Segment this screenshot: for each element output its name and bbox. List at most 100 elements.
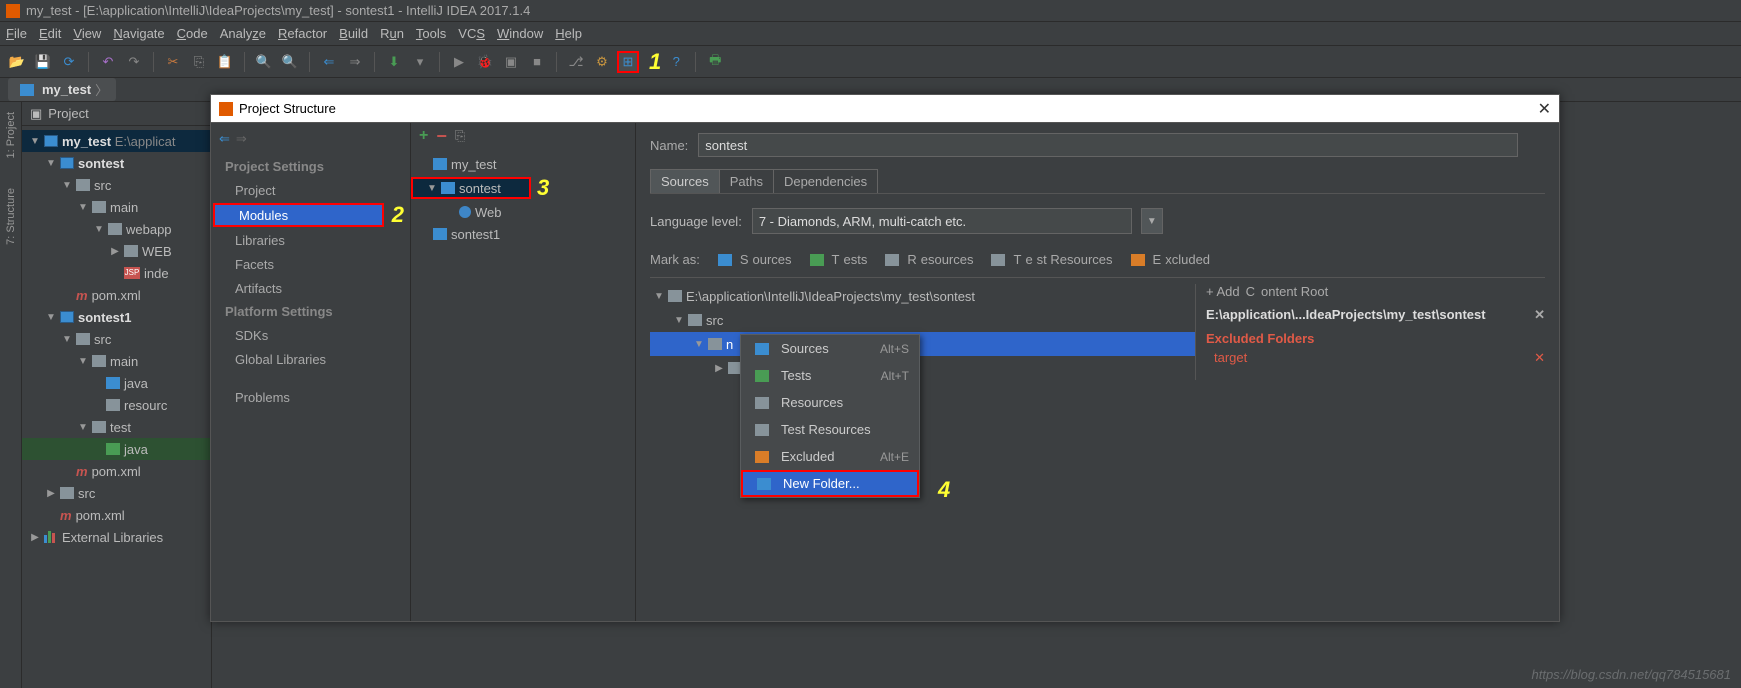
forward-icon[interactable]: ⇒	[236, 131, 247, 147]
mark-test-resources[interactable]: Test Resources	[987, 252, 1112, 267]
copy-icon[interactable]: ⎘	[455, 128, 465, 144]
refresh-icon[interactable]: ⟳	[58, 51, 80, 73]
remove-icon[interactable]: −	[436, 126, 447, 147]
rail-project[interactable]: 1: Project	[5, 112, 17, 158]
sidebar-item-project[interactable]: Project	[211, 178, 410, 202]
sidebar-item-problems[interactable]: Problems	[211, 385, 410, 409]
debug-icon[interactable]: 🐞	[474, 51, 496, 73]
back-icon[interactable]: ⇐	[219, 131, 230, 147]
tree-item[interactable]: ▼sontest1	[22, 306, 211, 328]
remove-excluded-icon[interactable]: ✕	[1534, 350, 1545, 366]
ctx-new-folder[interactable]: New Folder...	[741, 470, 919, 497]
vcs-icon[interactable]: ⎇	[565, 51, 587, 73]
run-icon[interactable]: ▶	[448, 51, 470, 73]
tree-item[interactable]: ▼E:\application\IntelliJ\IdeaProjects\my…	[650, 284, 1195, 308]
help-icon[interactable]: ?	[665, 51, 687, 73]
coverage-icon[interactable]: ▣	[500, 51, 522, 73]
breadcrumb-root[interactable]: my_test 〉	[8, 78, 116, 101]
tree-item[interactable]: mpom.xml	[22, 460, 211, 482]
rail-structure[interactable]: 7: Structure	[5, 188, 17, 245]
close-icon[interactable]: ✕	[1538, 99, 1551, 119]
tree-item[interactable]: ▼test	[22, 416, 211, 438]
menu-edit[interactable]: Edit	[39, 26, 61, 41]
back-icon[interactable]: ⇐	[318, 51, 340, 73]
tab-paths[interactable]: Paths	[719, 169, 774, 193]
tree-item[interactable]: ▶	[650, 356, 1195, 380]
tree-item[interactable]: ▼webapp	[22, 218, 211, 240]
menu-run[interactable]: Run	[380, 26, 404, 41]
menu-code[interactable]: Code	[177, 26, 208, 41]
sidebar-item-facets[interactable]: Facets	[211, 252, 410, 276]
tree-item[interactable]: ▼sontest	[22, 152, 211, 174]
language-level-select[interactable]: 7 - Diamonds, ARM, multi-catch etc.	[752, 208, 1132, 234]
sidebar-item-global-libraries[interactable]: Global Libraries	[211, 347, 410, 371]
tree-item[interactable]: java	[22, 372, 211, 394]
make-icon[interactable]: ⬇	[383, 51, 405, 73]
replace-icon[interactable]: 🔍	[279, 51, 301, 73]
remove-root-icon[interactable]: ✕	[1534, 307, 1545, 323]
copy-icon[interactable]: ⎘	[188, 51, 210, 73]
menu-vcs[interactable]: VCS	[458, 26, 485, 41]
mark-tests[interactable]: Tests	[806, 252, 868, 267]
ctx-excluded[interactable]: ExcludedAlt+E	[741, 443, 919, 470]
tree-item-selected[interactable]: ▼n	[650, 332, 1195, 356]
tree-root[interactable]: ▼my_test E:\applicat	[22, 130, 211, 152]
menu-help[interactable]: Help	[555, 26, 582, 41]
menu-window[interactable]: Window	[497, 26, 543, 41]
module-item[interactable]: my_test	[411, 153, 635, 175]
tree-item[interactable]: ▼src	[650, 308, 1195, 332]
config-dropdown[interactable]: ▾	[409, 51, 431, 73]
tree-item[interactable]: ▼src	[22, 328, 211, 350]
sidebar-item-modules[interactable]: Modules	[213, 203, 384, 227]
mark-excluded[interactable]: Excluded	[1127, 252, 1210, 267]
tree-item[interactable]: ▶WEB	[22, 240, 211, 262]
tree-item[interactable]: JSPinde	[22, 262, 211, 284]
sidebar-item-sdks[interactable]: SDKs	[211, 323, 410, 347]
tree-item[interactable]: ▼main	[22, 196, 211, 218]
project-structure-icon[interactable]: ⊞	[617, 51, 639, 73]
menu-build[interactable]: Build	[339, 26, 368, 41]
menu-navigate[interactable]: Navigate	[113, 26, 164, 41]
find-icon[interactable]: 🔍	[253, 51, 275, 73]
tab-sources[interactable]: Sources	[650, 169, 720, 193]
excluded-folder-item[interactable]: target✕	[1206, 350, 1545, 366]
forward-icon[interactable]: ⇒	[344, 51, 366, 73]
menu-view[interactable]: View	[73, 26, 101, 41]
tree-item[interactable]: java	[22, 438, 211, 460]
chevron-down-icon[interactable]: ▼	[1141, 208, 1163, 234]
project-panel-title[interactable]: Project	[48, 106, 88, 121]
module-item-sontest1[interactable]: sontest1	[411, 223, 635, 245]
open-icon[interactable]: 📂	[6, 51, 28, 73]
add-content-root[interactable]: + Add Content Root	[1206, 284, 1545, 299]
mark-resources[interactable]: Resources	[881, 252, 973, 267]
tree-item[interactable]: ▼src	[22, 174, 211, 196]
menu-analyze[interactable]: Analyze	[220, 26, 266, 41]
menu-tools[interactable]: Tools	[416, 26, 446, 41]
undo-icon[interactable]: ↶	[97, 51, 119, 73]
sidebar-item-libraries[interactable]: Libraries	[211, 228, 410, 252]
tree-item[interactable]: ▶External Libraries	[22, 526, 211, 548]
ctx-tests[interactable]: TestsAlt+T	[741, 362, 919, 389]
module-name-input[interactable]	[698, 133, 1518, 157]
module-item-sontest[interactable]: ▼sontest	[411, 177, 531, 199]
tree-item[interactable]: mpom.xml	[22, 504, 211, 526]
paste-icon[interactable]: 📋	[214, 51, 236, 73]
menu-file[interactable]: File	[6, 26, 27, 41]
tree-item[interactable]: resourc	[22, 394, 211, 416]
mark-sources[interactable]: Sources	[714, 252, 792, 267]
ctx-sources[interactable]: SourcesAlt+S	[741, 335, 919, 362]
ctx-test-resources[interactable]: Test Resources	[741, 416, 919, 443]
print-icon[interactable]: 🖶	[704, 51, 726, 73]
ctx-resources[interactable]: Resources	[741, 389, 919, 416]
tab-dependencies[interactable]: Dependencies	[773, 169, 878, 193]
tree-item[interactable]: ▼main	[22, 350, 211, 372]
stop-icon[interactable]: ■	[526, 51, 548, 73]
cut-icon[interactable]: ✂	[162, 51, 184, 73]
menu-refactor[interactable]: Refactor	[278, 26, 327, 41]
module-item-web[interactable]: Web	[411, 201, 635, 223]
save-icon[interactable]: 💾	[32, 51, 54, 73]
add-icon[interactable]: +	[419, 127, 428, 145]
settings-icon[interactable]: ⚙	[591, 51, 613, 73]
redo-icon[interactable]: ↷	[123, 51, 145, 73]
tree-item[interactable]: ▶src	[22, 482, 211, 504]
